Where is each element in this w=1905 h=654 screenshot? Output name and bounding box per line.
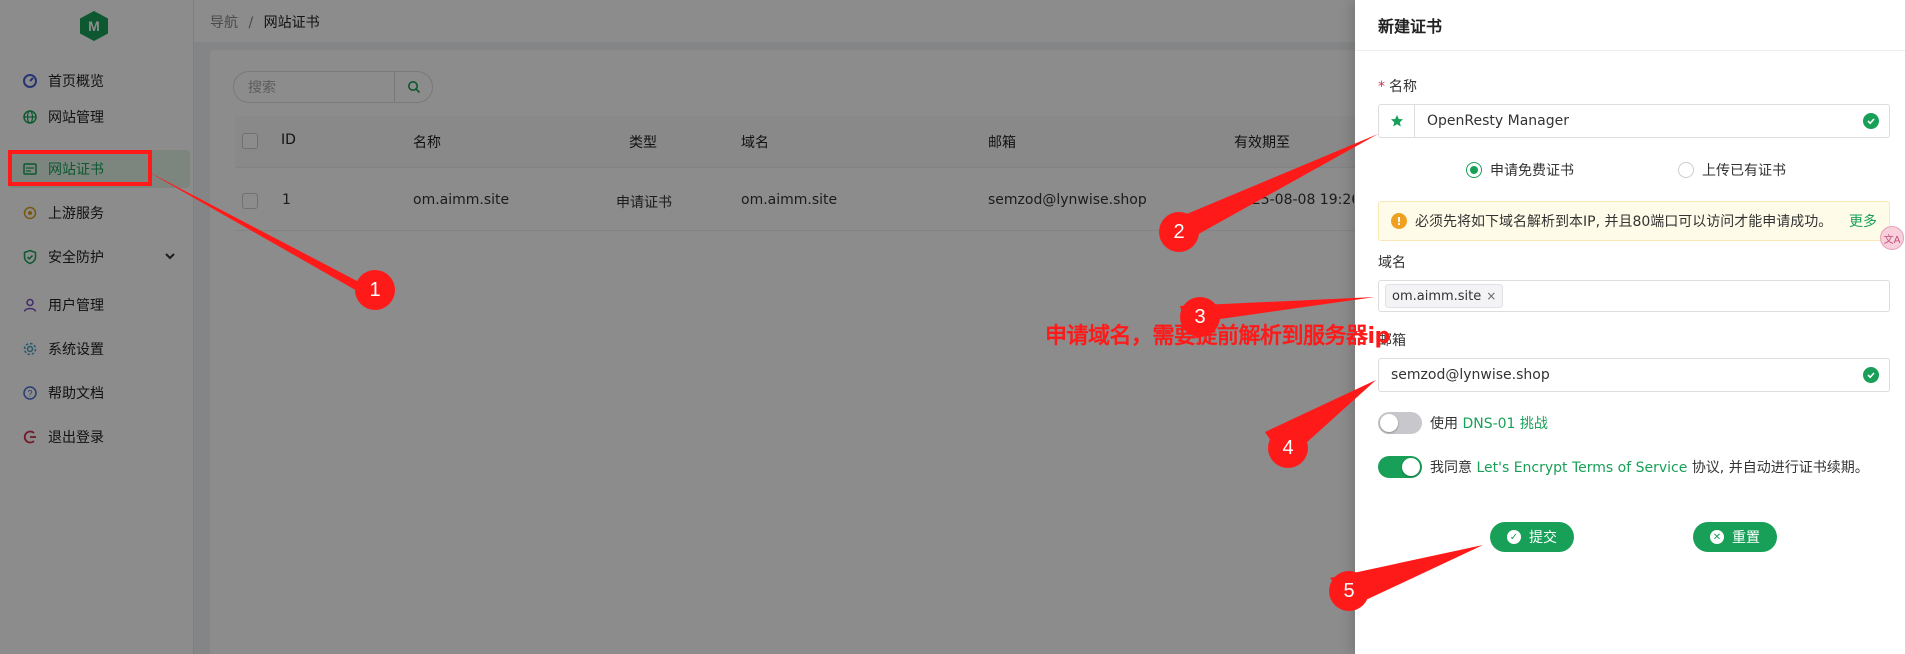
annotation-marker-4: 4 [1268,428,1308,468]
annotation-note: 申请域名，需要提前解析到服务器ip [1045,324,1390,349]
annotation-arrows [145,134,1483,605]
annotation-arrow-2 [1170,134,1378,241]
annotation-marker-2: 2 [1159,212,1199,252]
annotation-marker-5: 5 [1329,571,1369,611]
annotation-arrow-1 [145,170,373,300]
annotation-marker-1: 1 [355,270,395,310]
